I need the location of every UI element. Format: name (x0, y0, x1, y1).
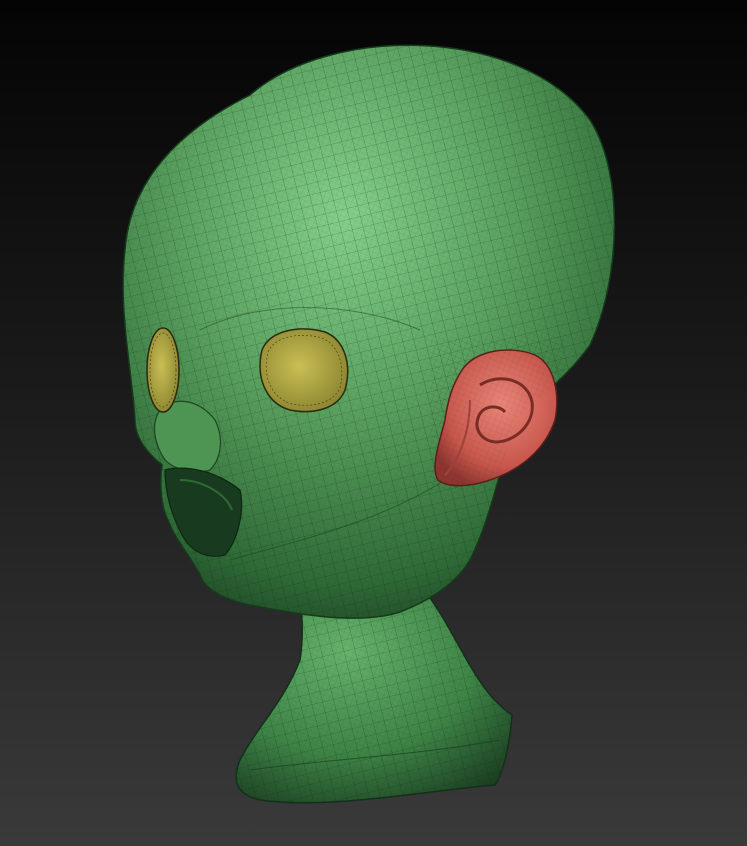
zbrush-viewport[interactable] (0, 0, 747, 846)
eye-socket-right (146, 327, 180, 413)
ear-mesh (430, 340, 565, 490)
head-sculpt-canvas (122, 44, 616, 804)
eye-socket-left (259, 328, 349, 413)
